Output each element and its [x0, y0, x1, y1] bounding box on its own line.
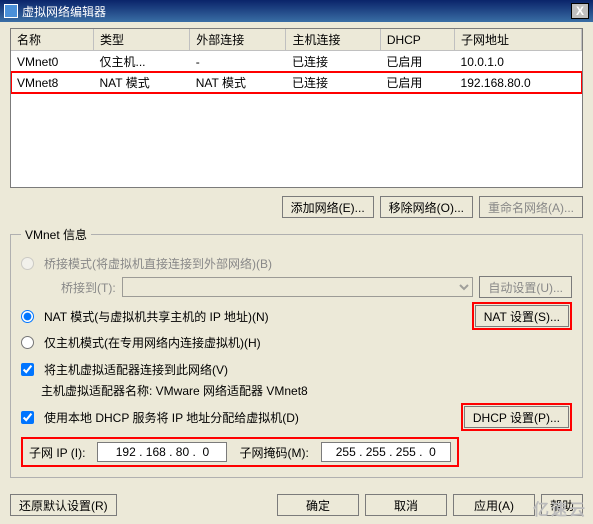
subnet-mask-label: 子网掩码(M): [239, 444, 308, 461]
bridge-combo [122, 277, 474, 297]
col-type[interactable]: 类型 [94, 29, 190, 51]
dhcp-settings-button[interactable]: DHCP 设置(P)... [464, 406, 569, 428]
use-dhcp-label: 使用本地 DHCP 服务将 IP 地址分配给虚拟机(D) [44, 409, 455, 426]
network-table[interactable]: 名称 类型 外部连接 主机连接 DHCP 子网地址 VMnet0 仅主机... … [10, 28, 583, 188]
group-legend: VMnet 信息 [21, 226, 91, 243]
close-button[interactable]: X [571, 3, 589, 19]
col-name[interactable]: 名称 [11, 29, 94, 51]
add-network-button[interactable]: 添加网络(E)... [282, 196, 374, 218]
auto-settings-button: 自动设置(U)... [479, 276, 572, 298]
col-ext[interactable]: 外部连接 [190, 29, 286, 51]
restore-defaults-button[interactable]: 还原默认设置(R) [10, 494, 117, 516]
subnet-ip-label: 子网 IP (I): [29, 444, 85, 461]
cancel-button[interactable]: 取消 [365, 494, 447, 516]
nat-label: NAT 模式(与虚拟机共享主机的 IP 地址)(N) [44, 308, 466, 325]
col-subnet[interactable]: 子网地址 [455, 29, 582, 51]
bridge-label: 桥接模式(将虚拟机直接连接到外部网络)(B) [44, 255, 572, 272]
adapter-name-label: 主机虚拟适配器名称: VMware 网络适配器 VMnet8 [41, 382, 308, 399]
table-row[interactable]: VMnet0 仅主机... - 已连接 已启用 10.0.1.0 [11, 51, 582, 73]
vmnet-info-group: VMnet 信息 桥接模式(将虚拟机直接连接到外部网络)(B) 桥接到(T): … [10, 226, 583, 478]
ok-button[interactable]: 确定 [277, 494, 359, 516]
app-icon [4, 4, 18, 18]
table-row-selected[interactable]: VMnet8 NAT 模式 NAT 模式 已连接 已启用 192.168.80.… [11, 72, 582, 93]
subnet-mask-input[interactable] [321, 442, 451, 462]
bridge-radio [21, 257, 34, 270]
nat-radio[interactable] [21, 310, 34, 323]
window-title: 虚拟网络编辑器 [22, 3, 106, 20]
bridge-to-label: 桥接到(T): [61, 279, 116, 296]
use-dhcp-check[interactable] [21, 411, 34, 424]
nat-settings-button[interactable]: NAT 设置(S)... [475, 305, 569, 327]
subnet-ip-input[interactable] [97, 442, 227, 462]
title-bar: 虚拟网络编辑器 X [0, 0, 593, 22]
col-host[interactable]: 主机连接 [286, 29, 380, 51]
watermark: 亿速云 [533, 496, 587, 520]
apply-button[interactable]: 应用(A) [453, 494, 535, 516]
rename-network-button: 重命名网络(A)... [479, 196, 583, 218]
remove-network-button[interactable]: 移除网络(O)... [380, 196, 473, 218]
hostonly-label: 仅主机模式(在专用网络内连接虚拟机)(H) [44, 334, 572, 351]
connect-host-label: 将主机虚拟适配器连接到此网络(V) [44, 361, 572, 378]
hostonly-radio[interactable] [21, 336, 34, 349]
connect-host-check[interactable] [21, 363, 34, 376]
col-dhcp[interactable]: DHCP [380, 29, 454, 51]
